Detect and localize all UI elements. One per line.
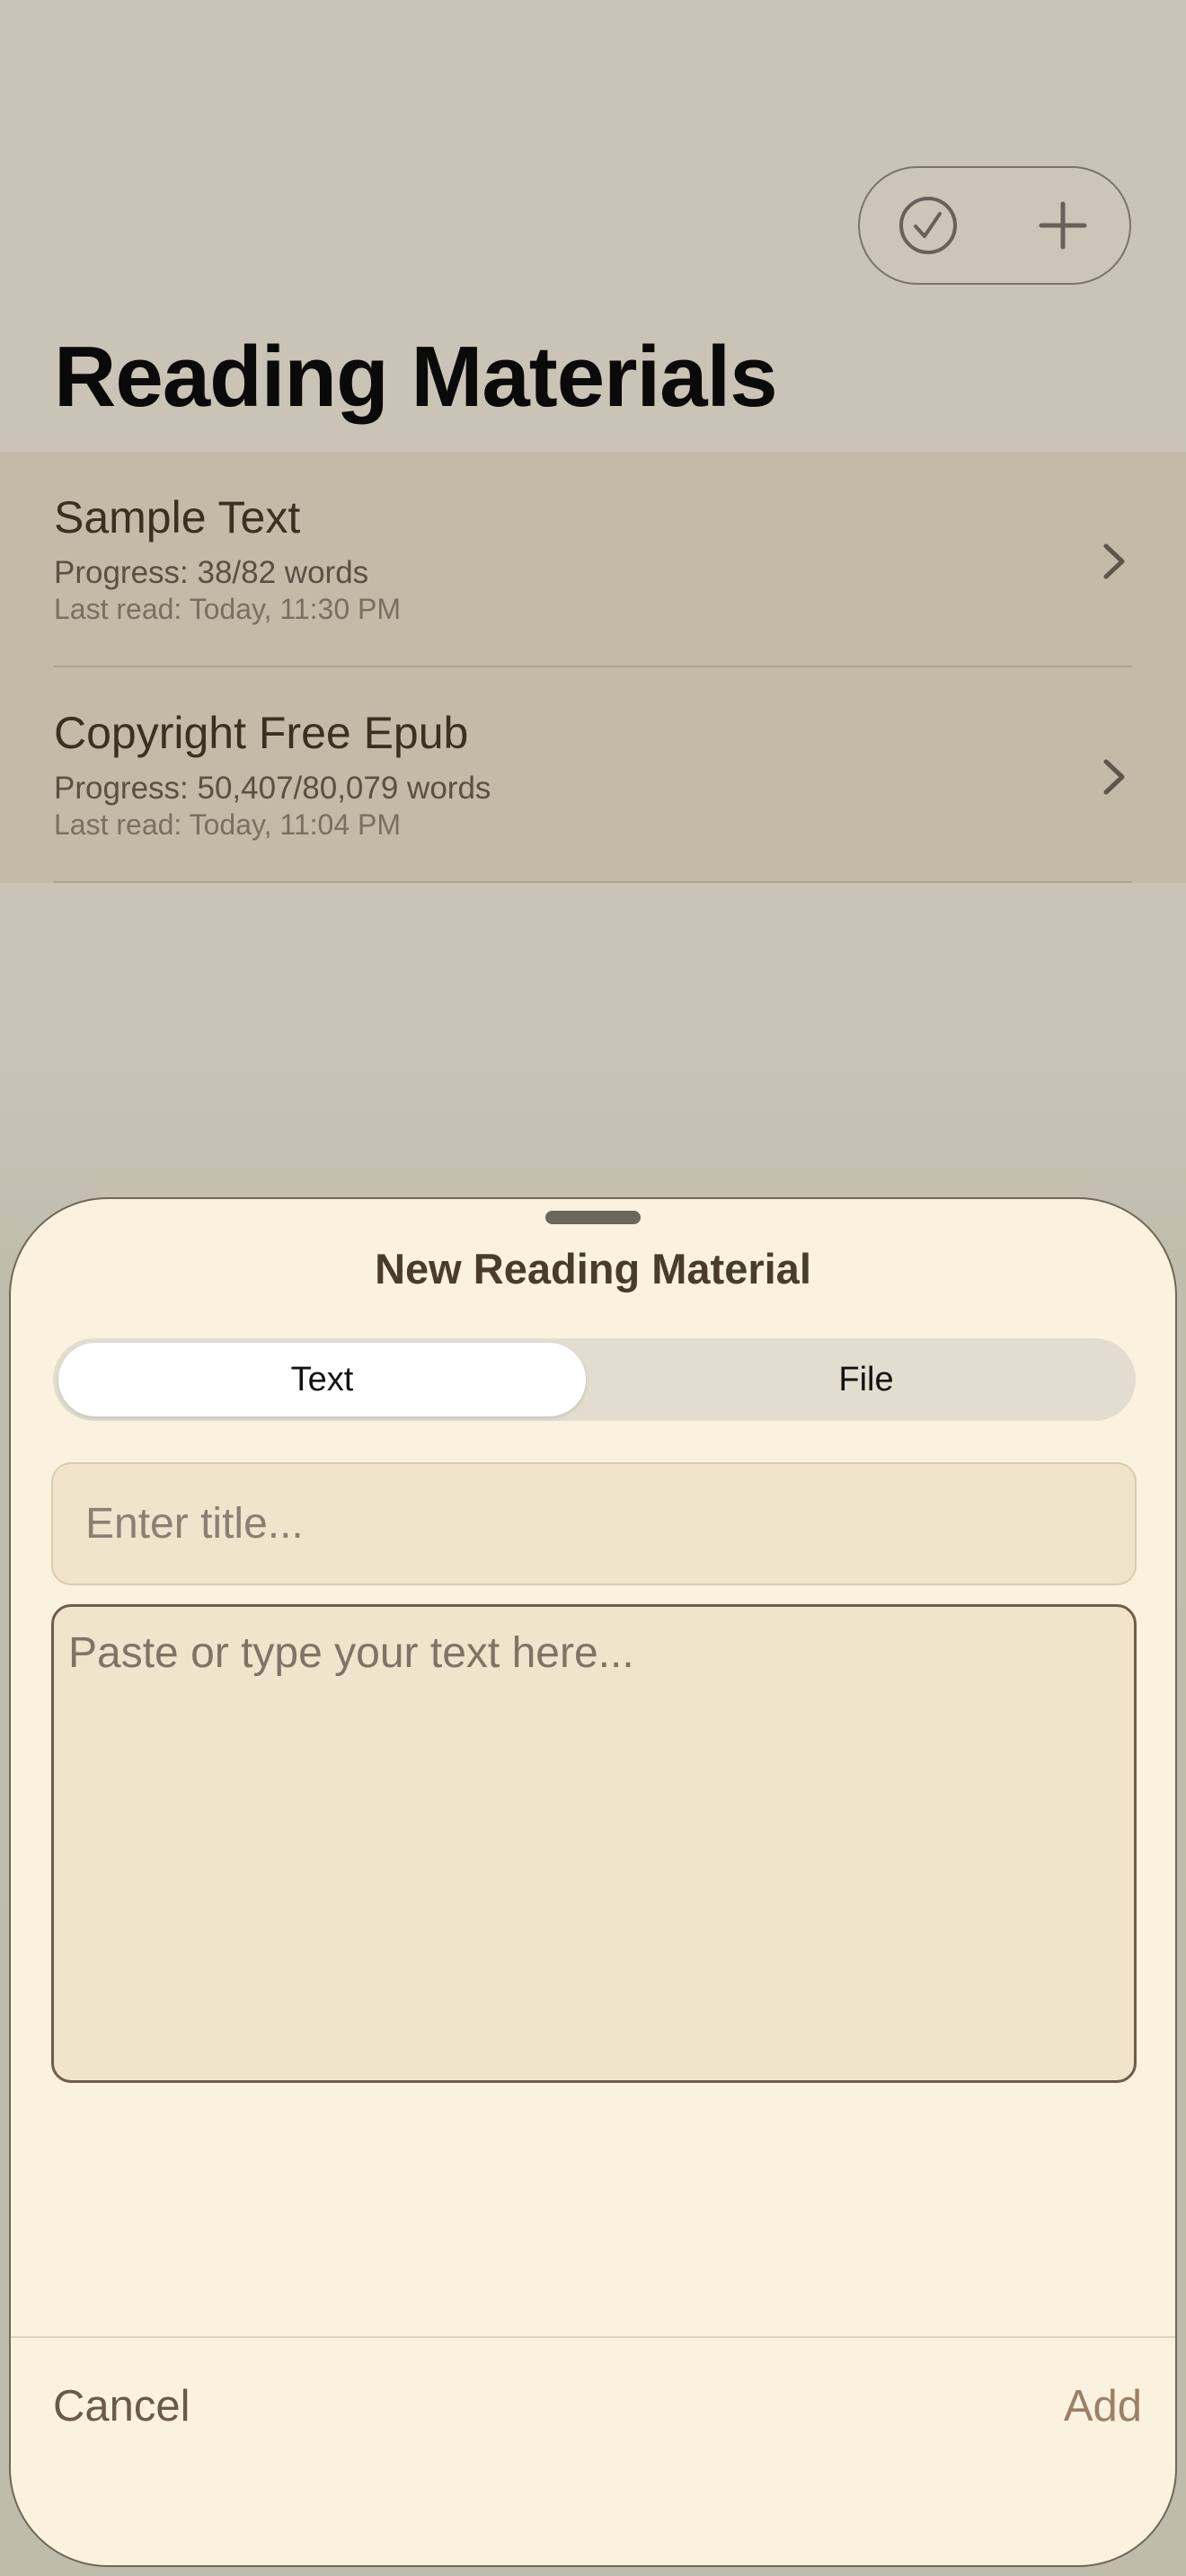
text-input[interactable]	[51, 1604, 1137, 2083]
toolbar-pill	[858, 166, 1131, 285]
list-item[interactable]: Sample Text Progress: 38/82 words Last r…	[0, 452, 1186, 667]
page-title: Reading Materials	[54, 329, 778, 425]
add-button[interactable]	[995, 168, 1131, 283]
cancel-button[interactable]: Cancel	[53, 2381, 190, 2431]
select-button[interactable]	[860, 168, 996, 283]
title-input[interactable]	[51, 1462, 1137, 1585]
segment-file[interactable]: File	[601, 1343, 1131, 1416]
item-title: Sample Text	[54, 492, 301, 543]
row-divider	[54, 881, 1132, 883]
new-material-sheet: New Reading Material Text File Cancel Ad…	[9, 1197, 1177, 2567]
item-progress: Progress: 38/82 words	[54, 555, 369, 590]
chevron-right-icon	[1103, 543, 1125, 579]
source-segmented-control: Text File	[53, 1338, 1136, 1421]
plus-icon	[1039, 201, 1087, 250]
sheet-title: New Reading Material	[375, 1245, 811, 1292]
sheet-grabber[interactable]	[545, 1211, 641, 1224]
item-last-read: Last read: Today, 11:30 PM	[54, 593, 402, 625]
item-title: Copyright Free Epub	[54, 708, 469, 758]
item-last-read: Last read: Today, 11:04 PM	[54, 808, 402, 841]
segment-text[interactable]: Text	[58, 1343, 586, 1416]
list-item[interactable]: Copyright Free Epub Progress: 50,407/80,…	[0, 667, 1186, 883]
item-progress: Progress: 50,407/80,079 words	[54, 771, 491, 806]
footer-divider	[11, 2336, 1175, 2338]
checkmark-circle-icon	[899, 197, 957, 254]
chevron-right-icon	[1103, 759, 1125, 795]
add-confirm-button[interactable]: Add	[1064, 2381, 1142, 2431]
